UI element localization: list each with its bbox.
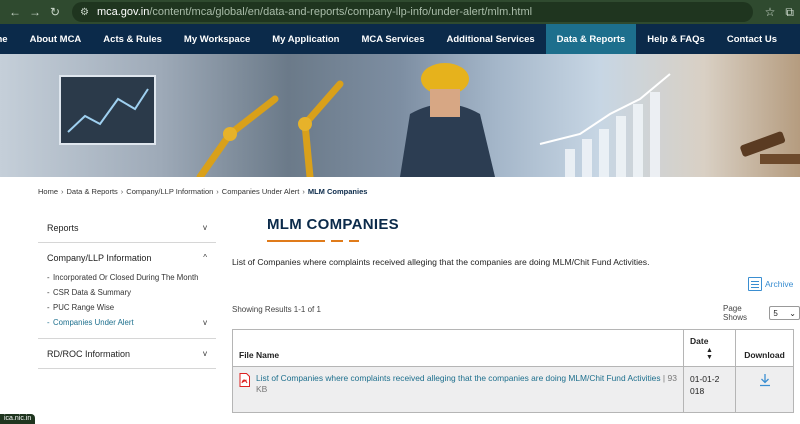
status-bar-url: ica.nic.in [0,414,36,424]
nav-about-mca[interactable]: About MCA [19,24,93,54]
breadcrumb-company-llp-info[interactable]: Company/LLP Information [126,187,213,196]
extensions-icon[interactable]: ⧉ [785,5,794,20]
sidebar-reports-toggle[interactable]: Reports v [38,213,216,242]
sort-icon[interactable]: ▲ ▼ [690,347,729,361]
breadcrumb: Home › Data & Reports › Company/LLP Info… [38,187,367,196]
banner-illustration [59,63,800,177]
chevron-up-icon: ^ [203,253,207,262]
archive-label: Archive [765,279,794,289]
sidebar-section-company-llp: Company/LLP Information ^ - Incorporated… [38,243,216,339]
breadcrumb-companies-under-alert[interactable]: Companies Under Alert [222,187,300,196]
breadcrumb-separator: › [120,187,124,196]
sidebar: Reports v Company/LLP Information ^ - In… [38,213,216,369]
title-underline [267,240,359,242]
page-title: MLM COMPANIES [267,216,399,233]
breadcrumb-separator: › [302,187,305,196]
nav-acts-rules[interactable]: Acts & Rules [92,24,173,54]
page-size-label: Page Shows [723,304,748,322]
sidebar-item-label: PUC Range Wise [53,303,115,312]
page-size-value: 5 [773,308,778,318]
results-count: Showing Results 1-1 of 1 [232,305,321,314]
nav-my-application[interactable]: My Application [261,24,350,54]
nav-help-faqs[interactable]: Help & FAQs [636,24,716,54]
nav-data-reports[interactable]: Data & Reports [545,24,637,54]
sidebar-section-reports: Reports v [38,213,216,243]
sidebar-section-label: RD/ROC Information [47,348,131,359]
reload-icon[interactable]: ↻ [46,3,64,21]
sidebar-item-label: Incorporated Or Closed During The Month [53,273,199,282]
breadcrumb-current: MLM Companies [307,187,368,196]
sidebar-section-rd-roc: RD/ROC Information v [38,339,216,369]
underline-segment [331,240,343,242]
sidebar-item-label: CSR Data & Summary [53,288,131,297]
column-header-date[interactable]: Date ▲ ▼ [683,329,736,367]
sidebar-section-label: Reports [47,222,79,233]
column-header-date-label: Date [690,335,709,346]
download-cell [735,366,794,413]
sidebar-company-llp-toggle[interactable]: Company/LLP Information ^ [38,243,216,272]
url-path: /content/mca/global/en/data-and-reports/… [149,6,533,18]
nav-additional-services[interactable]: Additional Services [436,24,546,54]
archive-link[interactable]: Archive [748,277,793,291]
sidebar-item-companies-under-alert[interactable]: - Companies Under Alert v [47,317,207,328]
column-header-file-name: File Name [232,329,684,367]
back-icon[interactable]: ← [6,3,24,21]
site-info-icon[interactable]: ⚙ [80,7,89,18]
table-header-row: File Name Date ▲ ▼ Download [232,329,794,367]
main-navigation: Home About MCA Acts & Rules My Workspace… [0,24,800,54]
date-cell: 01-01-2018 [683,366,736,413]
file-date: 01-01-2018 [690,374,720,396]
bookmark-star-icon[interactable]: ☆ [765,5,776,19]
nav-contact-us[interactable]: Contact Us [716,24,788,54]
url-host: mca.gov.in [96,6,150,18]
nav-my-workspace[interactable]: My Workspace [173,24,261,54]
sidebar-section-label: Company/LLP Information [47,252,152,263]
table-row: List of Companies where complaints recei… [232,366,794,413]
page-size-select[interactable]: 5 ⌄ [769,306,800,320]
sidebar-item-puc-range[interactable]: - PUC Range Wise [47,302,207,313]
underline-segment [349,240,359,242]
file-download-link[interactable]: List of Companies where complaints recei… [256,373,661,383]
pdf-file-icon [239,373,250,387]
breadcrumb-home[interactable]: Home [38,187,58,196]
breadcrumb-data-reports[interactable]: Data & Reports [67,187,118,196]
download-icon[interactable] [758,373,772,387]
nav-mca-services[interactable]: MCA Services [350,24,435,54]
underline-segment [267,240,325,242]
chevron-down-icon: v [203,223,207,232]
forward-icon[interactable]: → [26,3,44,21]
nav-home[interactable]: Home [0,24,19,54]
address-bar[interactable]: ⚙ mca.gov.in /content/mca/global/en/data… [72,2,753,22]
chevron-down-icon: ⌄ [789,308,796,318]
files-table: File Name Date ▲ ▼ Download List of Compa… [232,329,794,413]
breadcrumb-separator: › [216,187,219,196]
sidebar-submenu: - Incorporated Or Closed During The Mont… [38,272,216,338]
browser-toolbar: ← → ↻ ⚙ mca.gov.in /content/mca/global/e… [0,0,800,24]
sidebar-item-label: Companies Under Alert [53,318,134,327]
sidebar-rd-roc-toggle[interactable]: RD/ROC Information v [38,339,216,368]
sidebar-item-csr-data[interactable]: - CSR Data & Summary [47,287,207,298]
archive-icon [748,277,762,291]
sidebar-item-incorporated-closed[interactable]: - Incorporated Or Closed During The Mont… [47,272,207,283]
page-description: List of Companies where complaints recei… [232,257,650,267]
column-header-download: Download [735,329,794,367]
chevron-down-icon: v [203,318,207,327]
page-size-control: Page Shows 5 ⌄ [723,304,800,322]
file-name-cell: List of Companies where complaints recei… [232,366,684,413]
hero-banner [0,54,800,177]
breadcrumb-separator: › [61,187,64,196]
chevron-down-icon: v [203,349,207,358]
